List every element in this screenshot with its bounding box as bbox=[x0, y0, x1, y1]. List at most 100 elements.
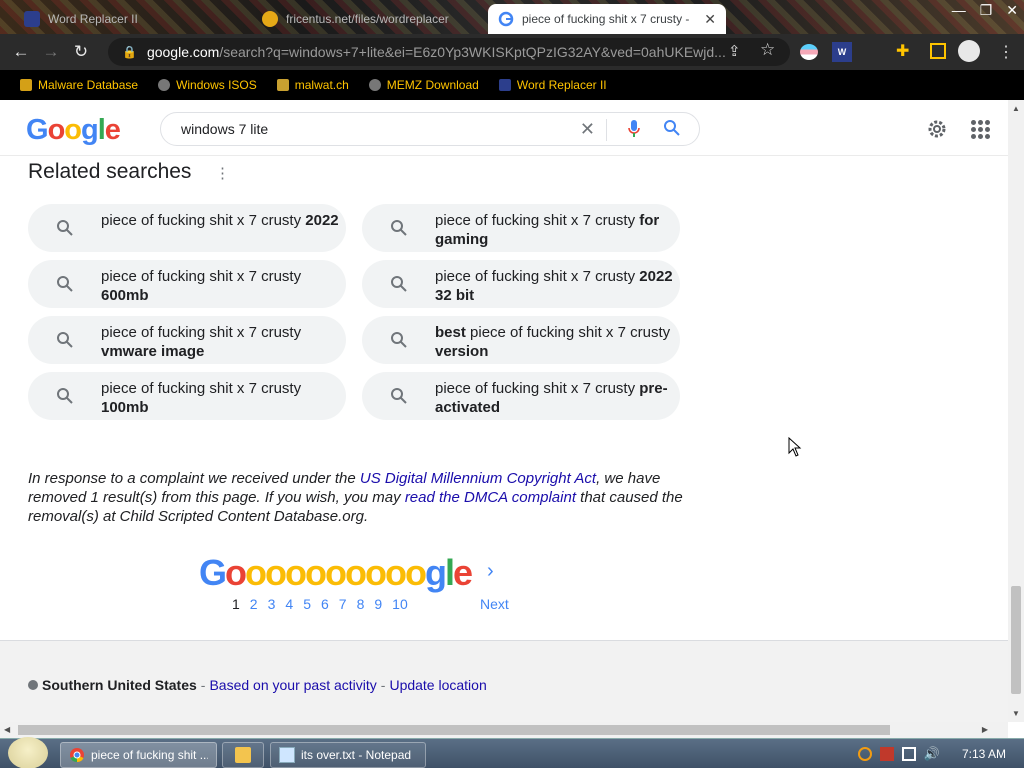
related-search-bold: version bbox=[435, 343, 489, 360]
bookmark-label: malwat.ch bbox=[294, 78, 349, 92]
related-searches-title: Related searches bbox=[28, 160, 192, 183]
vertical-scrollbar[interactable]: ▲ ▼ bbox=[1008, 100, 1024, 722]
page-number-link[interactable]: 9 bbox=[374, 596, 382, 612]
close-tab-icon[interactable]: ✕ bbox=[704, 11, 716, 28]
tab-fricentus[interactable]: fricentus.net/files/wordreplacer bbox=[252, 4, 486, 34]
tab-title: fricentus.net/files/wordreplacer bbox=[286, 12, 449, 26]
related-search-chip[interactable]: piece of fucking shit x 7 crusty for gam… bbox=[362, 204, 680, 252]
back-icon[interactable]: ← bbox=[6, 37, 36, 67]
related-search-text: piece of fucking shit x 7 crusty 100mb bbox=[101, 379, 341, 417]
bookmark-word-replacer[interactable]: Word Replacer II bbox=[498, 78, 607, 92]
flag-extension-icon[interactable] bbox=[800, 44, 818, 60]
horizontal-scrollbar[interactable]: ◀ ▶ bbox=[0, 722, 1008, 738]
tab-word-replacer[interactable]: Word Replacer II bbox=[14, 4, 254, 34]
search-icon[interactable] bbox=[663, 119, 681, 140]
more-options-icon[interactable]: ⋮ bbox=[215, 164, 230, 182]
taskbar-explorer[interactable] bbox=[222, 742, 264, 768]
related-search-text: piece of fucking shit x 7 crusty 2022 32… bbox=[435, 267, 675, 305]
based-on-activity-link[interactable]: Based on your past activity bbox=[209, 677, 376, 693]
google-apps-icon[interactable] bbox=[971, 120, 990, 139]
related-search-chip[interactable]: piece of fucking shit x 7 crusty pre-act… bbox=[362, 372, 680, 420]
taskbar-chrome[interactable]: piece of fucking shit ... bbox=[60, 742, 217, 768]
search-icon bbox=[56, 275, 74, 298]
google-logo[interactable]: Google bbox=[26, 114, 121, 147]
page-number-link[interactable]: 7 bbox=[339, 596, 347, 612]
lock-icon[interactable]: 🔒 bbox=[122, 45, 137, 59]
search-tray-icon[interactable] bbox=[857, 747, 872, 761]
close-window-icon[interactable]: ✕ bbox=[1006, 2, 1018, 19]
scroll-down-icon[interactable]: ▼ bbox=[1012, 709, 1020, 718]
maximize-icon[interactable]: ❐ bbox=[980, 2, 993, 19]
logo-letter: l bbox=[97, 114, 106, 146]
page-number-link[interactable]: 1 bbox=[232, 596, 240, 612]
bookmarks-bar: Malware Database Windows ISOS malwat.ch … bbox=[0, 70, 1024, 100]
related-search-chip[interactable]: piece of fucking shit x 7 crusty 2022 32… bbox=[362, 260, 680, 308]
pagination: 1 2 3 4 5 6 7 8 9 10 bbox=[232, 596, 408, 612]
scroll-thumb[interactable] bbox=[18, 725, 890, 735]
bookmark-label: MEMZ Download bbox=[386, 78, 479, 92]
bookmark-malwatch[interactable]: malwat.ch bbox=[276, 78, 349, 92]
page-number-link[interactable]: 5 bbox=[303, 596, 311, 612]
page-number-link[interactable]: 2 bbox=[250, 596, 258, 612]
dmca-act-link[interactable]: US Digital Millennium Copyright Act bbox=[360, 470, 596, 487]
globe-icon bbox=[158, 79, 171, 91]
settings-gear-icon[interactable] bbox=[926, 118, 948, 145]
page-number-link[interactable]: 6 bbox=[321, 596, 329, 612]
related-search-text: piece of fucking shit x 7 crusty for gam… bbox=[435, 211, 675, 249]
footer: Southern United States - Based on your p… bbox=[0, 640, 1008, 722]
tab-google-search[interactable]: piece of fucking shit x 7 crusty - ✕ bbox=[488, 4, 726, 34]
related-search-chip[interactable]: piece of fucking shit x 7 crusty vmware … bbox=[28, 316, 346, 364]
bookmark-malware-database[interactable]: Malware Database bbox=[20, 78, 138, 92]
bookmark-memz-download[interactable]: MEMZ Download bbox=[368, 78, 479, 92]
next-chevron-icon[interactable]: › bbox=[487, 560, 494, 583]
scroll-left-icon[interactable]: ◀ bbox=[4, 725, 10, 734]
dmca-complaint-link[interactable]: read the DMCA complaint bbox=[405, 489, 576, 506]
search-icon bbox=[390, 275, 408, 298]
scroll-right-icon[interactable]: ▶ bbox=[982, 725, 988, 734]
related-search-main: piece of fucking shit x 7 crusty bbox=[470, 324, 671, 341]
menu-kebab-icon[interactable]: ⋮ bbox=[998, 42, 1014, 62]
clear-search-icon[interactable]: ✕ bbox=[580, 119, 595, 140]
url-host: google.com bbox=[146, 44, 220, 60]
clock[interactable]: 7:13 AM bbox=[962, 747, 1006, 761]
related-search-bold: vmware image bbox=[101, 343, 205, 360]
word-replacer-favicon-icon bbox=[24, 11, 40, 27]
scroll-up-icon[interactable]: ▲ bbox=[1012, 104, 1020, 113]
screen: Word Replacer II fricentus.net/files/wor… bbox=[0, 0, 1024, 768]
profile-avatar-icon[interactable] bbox=[958, 40, 980, 62]
related-search-chip[interactable]: piece of fucking shit x 7 crusty 2022 bbox=[28, 204, 346, 252]
search-input[interactable]: windows 7 lite ✕ bbox=[160, 112, 700, 146]
minimize-icon[interactable]: — bbox=[952, 2, 966, 19]
start-orb-icon[interactable] bbox=[8, 737, 48, 768]
search-icon bbox=[56, 387, 74, 410]
related-search-chip[interactable]: best piece of fucking shit x 7 crusty ve… bbox=[362, 316, 680, 364]
share-icon[interactable]: ⇪ bbox=[728, 42, 741, 60]
related-search-main: piece of fucking shit x 7 crusty bbox=[435, 212, 636, 229]
related-search-text: piece of fucking shit x 7 crusty vmware … bbox=[101, 323, 341, 361]
related-search-chip[interactable]: piece of fucking shit x 7 crusty 600mb bbox=[28, 260, 346, 308]
flag-tray-icon[interactable] bbox=[879, 747, 894, 761]
page-number-link[interactable]: 8 bbox=[357, 596, 365, 612]
sidebar-icon[interactable] bbox=[930, 43, 946, 59]
extensions-puzzle-icon[interactable]: ✚ bbox=[896, 41, 909, 61]
address-bar[interactable]: 🔒 google.com /search?q=windows+7+lite&ei… bbox=[108, 38, 790, 66]
update-location-link[interactable]: Update location bbox=[389, 677, 486, 693]
word-extension-icon[interactable]: W bbox=[832, 42, 852, 62]
bookmark-windows-isos[interactable]: Windows ISOS bbox=[158, 78, 257, 92]
page-number-link[interactable]: 10 bbox=[392, 596, 408, 612]
related-search-main: piece of fucking shit x 7 crusty bbox=[435, 268, 636, 285]
next-page-link[interactable]: Next bbox=[480, 596, 509, 612]
volume-icon[interactable]: 🔊 bbox=[924, 746, 940, 762]
page-number-link[interactable]: 3 bbox=[268, 596, 276, 612]
separator: - bbox=[200, 677, 206, 693]
related-search-bold: 600mb bbox=[101, 287, 149, 304]
scroll-thumb[interactable] bbox=[1011, 586, 1021, 694]
related-search-chip[interactable]: piece of fucking shit x 7 crusty 100mb bbox=[28, 372, 346, 420]
reload-icon[interactable]: ↻ bbox=[66, 37, 96, 67]
forward-icon[interactable]: → bbox=[36, 37, 66, 67]
microphone-icon[interactable] bbox=[627, 119, 641, 142]
bookmark-star-icon[interactable]: ☆ bbox=[760, 40, 775, 60]
taskbar-notepad[interactable]: its over.txt - Notepad bbox=[270, 742, 426, 768]
page-number-link[interactable]: 4 bbox=[285, 596, 293, 612]
network-icon[interactable] bbox=[901, 747, 916, 761]
